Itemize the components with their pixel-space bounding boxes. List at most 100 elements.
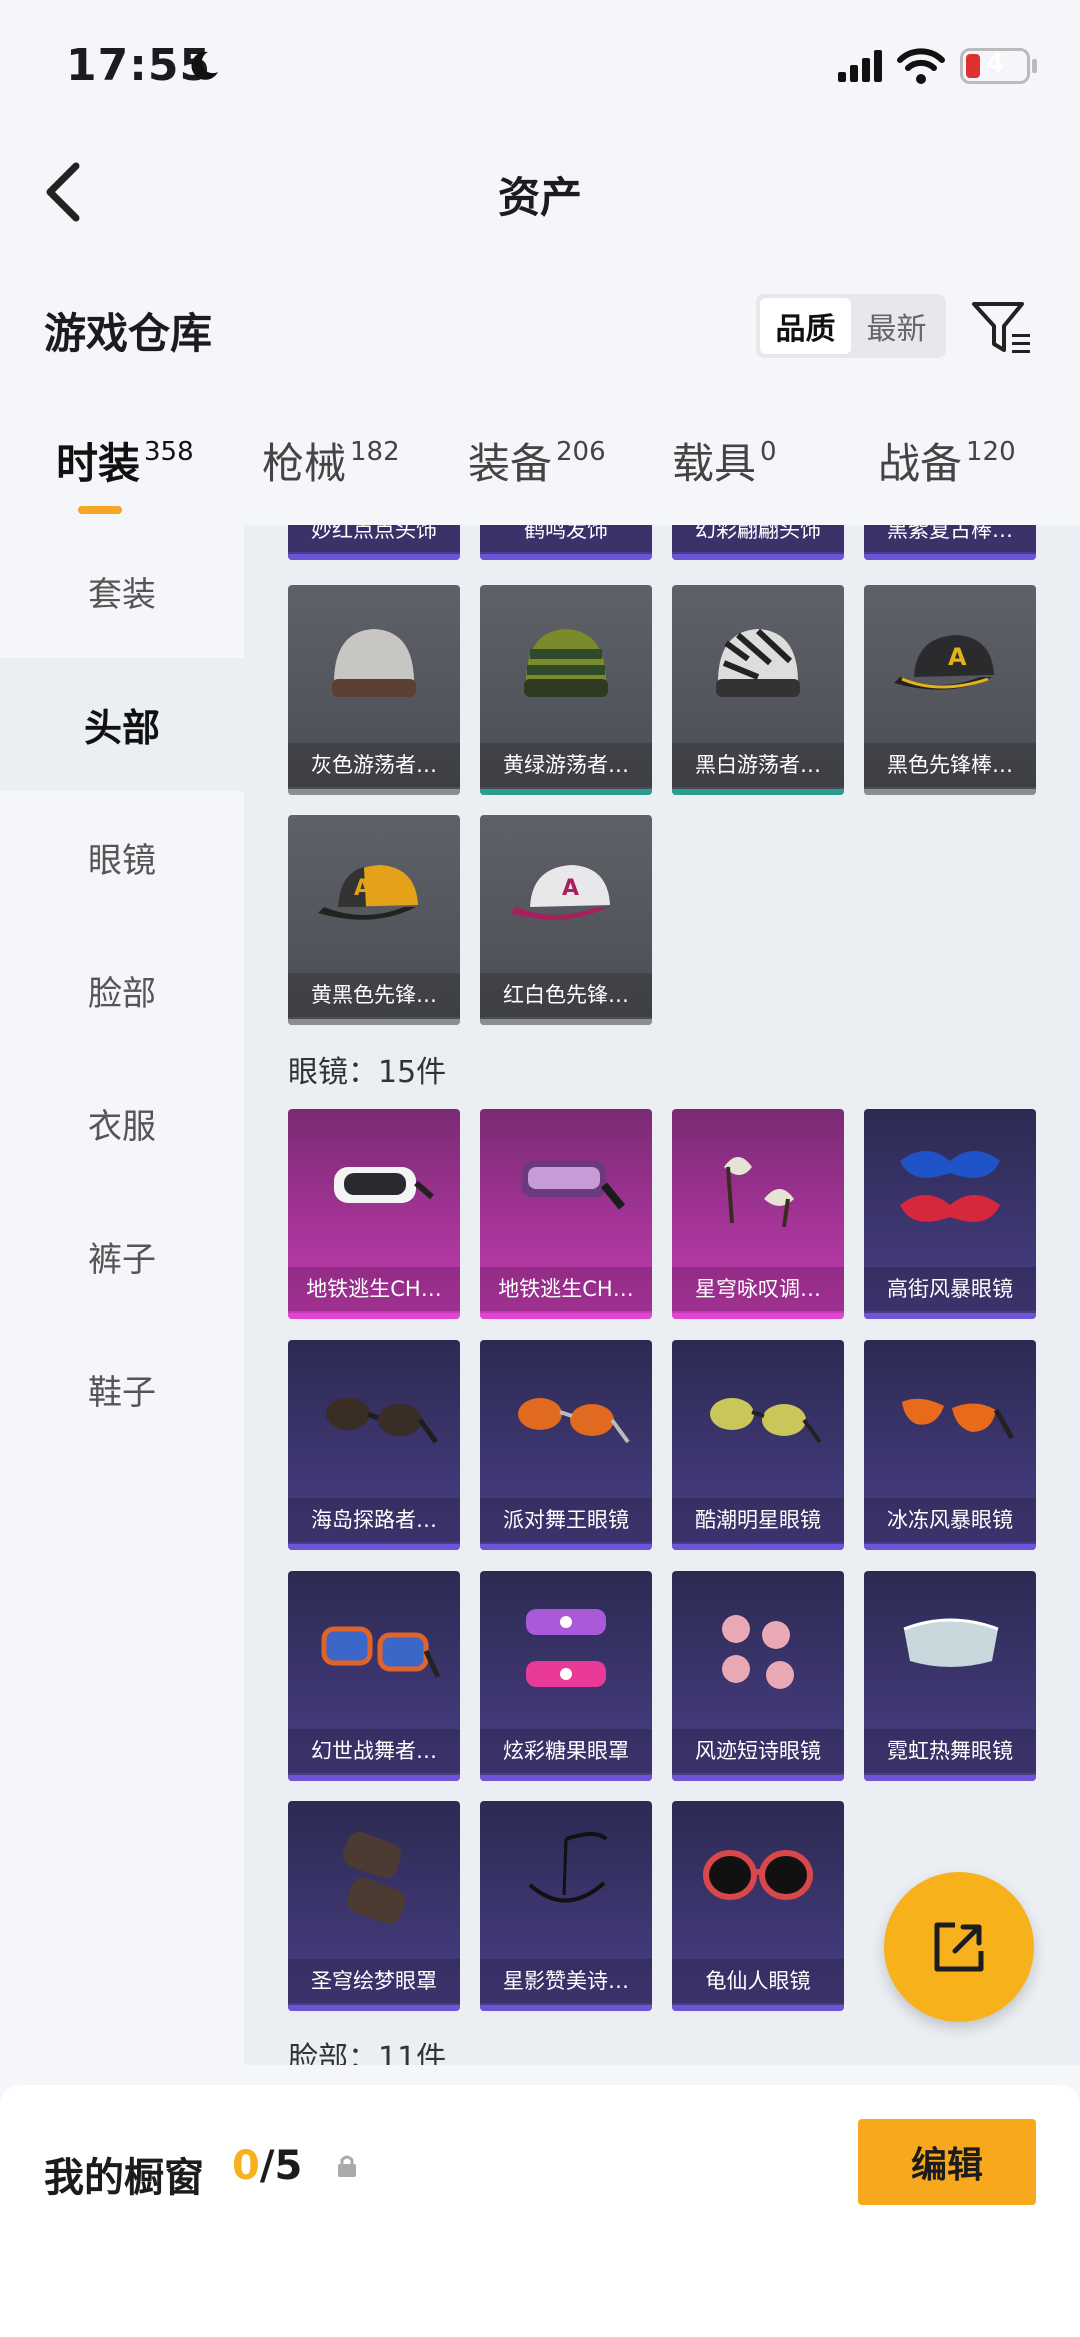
sunglasses-icon: [326, 1398, 439, 1444]
sidebar-item-outfit[interactable]: 套装: [0, 525, 244, 658]
item-card[interactable]: 灰色游荡者…: [288, 585, 460, 795]
item-card[interactable]: A 黑色先锋棒…: [864, 585, 1036, 795]
item-card[interactable]: 圣穹绘梦眼罩: [288, 1801, 460, 2011]
item-name: 黑色先锋棒…: [864, 743, 1036, 787]
page-title: 资产: [497, 173, 582, 222]
warehouse-header: 游戏仓库 品质 最新: [0, 280, 1080, 380]
item-card[interactable]: 冰冻风暴眼镜: [864, 1340, 1036, 1550]
item-name: 黄黑色先锋…: [288, 973, 460, 1017]
warehouse-title: 游戏仓库: [44, 309, 213, 358]
sunglasses-icon: [518, 1398, 630, 1444]
item-name: 星影赞美诗…: [480, 1959, 652, 2003]
eye-mask-icon: [526, 1609, 606, 1687]
tab-equipment[interactable]: 装备 206: [468, 430, 606, 520]
item-name: 高街风暴眼镜: [864, 1267, 1036, 1311]
sunglasses-icon: [710, 1398, 822, 1444]
beanie-icon: [524, 629, 608, 697]
sidebar-item-clothes[interactable]: 衣服: [0, 1057, 244, 1190]
item-name: 酷潮明星眼镜: [672, 1498, 844, 1542]
item-name: 霓虹热舞眼镜: [864, 1729, 1036, 1773]
item-name: 黑紫复古棒…: [864, 525, 1036, 552]
item-card[interactable]: 幻世战舞者…: [288, 1571, 460, 1781]
lock-icon: [338, 2155, 356, 2177]
visor-icon: [903, 1618, 999, 1667]
tab-guns[interactable]: 枪械 182: [262, 430, 400, 520]
sidebar-item-glasses[interactable]: 眼镜: [0, 791, 244, 924]
item-card[interactable]: 风迹短诗眼镜: [672, 1571, 844, 1781]
tab-count: 120: [966, 437, 1016, 467]
item-card[interactable]: A 红白色先锋…: [480, 815, 652, 1025]
item-card[interactable]: 鹤鸣发饰: [480, 525, 652, 560]
sidebar-item-head[interactable]: 头部: [0, 658, 244, 791]
item-name: 龟仙人眼镜: [672, 1959, 844, 2003]
svg-text:A: A: [948, 643, 967, 671]
item-card[interactable]: 黄绿游荡者…: [480, 585, 652, 795]
sunglasses-icon: [902, 1398, 1015, 1440]
mask-glasses-icon: [724, 1157, 794, 1228]
share-button[interactable]: [884, 1872, 1034, 2022]
item-name: 灰色游荡者…: [288, 743, 460, 787]
item-card[interactable]: 海岛探路者…: [288, 1340, 460, 1550]
sunglasses-icon: [321, 1626, 441, 1679]
item-card[interactable]: 酷潮明星眼镜: [672, 1340, 844, 1550]
item-name: 圣穹绘梦眼罩: [288, 1959, 460, 2003]
item-name: 海岛探路者…: [288, 1498, 460, 1542]
item-card[interactable]: 龟仙人眼镜: [672, 1801, 844, 2011]
item-card[interactable]: 星影赞美诗…: [480, 1801, 652, 2011]
nav-bar: 资产: [0, 130, 1080, 250]
svg-text:A: A: [562, 876, 579, 901]
beanie-icon: [332, 629, 416, 697]
item-grid: 妙红点点头饰 鹤鸣发饰 幻彩翩翩头饰 黑紫复古棒… 灰色游荡者… 黄绿游荡者… …: [244, 525, 1080, 2065]
item-card[interactable]: 地铁逃生CH…: [480, 1109, 652, 1319]
sidebar-item-pants[interactable]: 裤子: [0, 1190, 244, 1323]
share-icon: [934, 1922, 984, 1972]
beanie-icon: [716, 628, 800, 697]
item-name: 红白色先锋…: [480, 973, 652, 1017]
item-name: 黑白游荡者…: [672, 743, 844, 787]
item-name: 炫彩糖果眼罩: [480, 1729, 652, 1773]
showcase-current: 0: [232, 2143, 260, 2189]
sidebar-item-face[interactable]: 脸部: [0, 924, 244, 1057]
sunglasses-icon: [703, 1850, 813, 1900]
tab-label: 战备: [878, 439, 963, 488]
tab-label: 装备: [468, 439, 553, 488]
item-card[interactable]: 霓虹热舞眼镜: [864, 1571, 1036, 1781]
tab-fashion[interactable]: 时装 358: [56, 430, 194, 520]
filter-icon[interactable]: [970, 298, 1034, 358]
item-name: 鹤鸣发饰: [480, 525, 652, 552]
tab-vehicles[interactable]: 载具 0: [672, 430, 777, 520]
tab-indicator: [78, 506, 122, 514]
item-card[interactable]: A 黄黑色先锋…: [288, 815, 460, 1025]
item-card[interactable]: 高街风暴眼镜: [864, 1109, 1036, 1319]
item-name: 冰冻风暴眼镜: [864, 1498, 1036, 1542]
sort-quality[interactable]: 品质: [760, 298, 851, 354]
battery-icon: 4: [960, 48, 1030, 84]
tab-supplies[interactable]: 战备 120: [878, 430, 1016, 520]
tab-count: 0: [760, 437, 777, 467]
item-card[interactable]: 地铁逃生CH…: [288, 1109, 460, 1319]
item-card[interactable]: 幻彩翩翩头饰: [672, 525, 844, 560]
showcase-count: 0/5: [232, 2143, 302, 2189]
group-label-face: 脸部：11件: [288, 2041, 447, 2065]
item-name: 地铁逃生CH…: [288, 1267, 460, 1311]
tab-count: 358: [144, 437, 194, 467]
edit-button[interactable]: 编辑: [858, 2119, 1036, 2205]
cap-icon: A: [510, 865, 610, 920]
item-card[interactable]: 星穹咏叹调…: [672, 1109, 844, 1319]
showcase-label: 我的橱窗: [44, 2155, 204, 2201]
lace-mask-icon: [342, 1831, 406, 1925]
item-card[interactable]: 派对舞王眼镜: [480, 1340, 652, 1550]
item-name: 地铁逃生CH…: [480, 1267, 652, 1311]
item-name: 幻世战舞者…: [288, 1729, 460, 1773]
sidebar-item-shoes[interactable]: 鞋子: [0, 1323, 244, 1456]
item-card[interactable]: 黑白游荡者…: [672, 585, 844, 795]
item-name: 黄绿游荡者…: [480, 743, 652, 787]
item-card[interactable]: 炫彩糖果眼罩: [480, 1571, 652, 1781]
item-card[interactable]: 妙红点点头饰: [288, 525, 460, 560]
group-label-glasses: 眼镜：15件: [288, 1055, 447, 1090]
cap-icon: A: [318, 865, 418, 920]
status-bar: 17:55 4: [0, 0, 1080, 130]
monocle-icon: [528, 1832, 608, 1903]
sort-newest[interactable]: 最新: [851, 298, 942, 354]
item-card[interactable]: 黑紫复古棒…: [864, 525, 1036, 560]
